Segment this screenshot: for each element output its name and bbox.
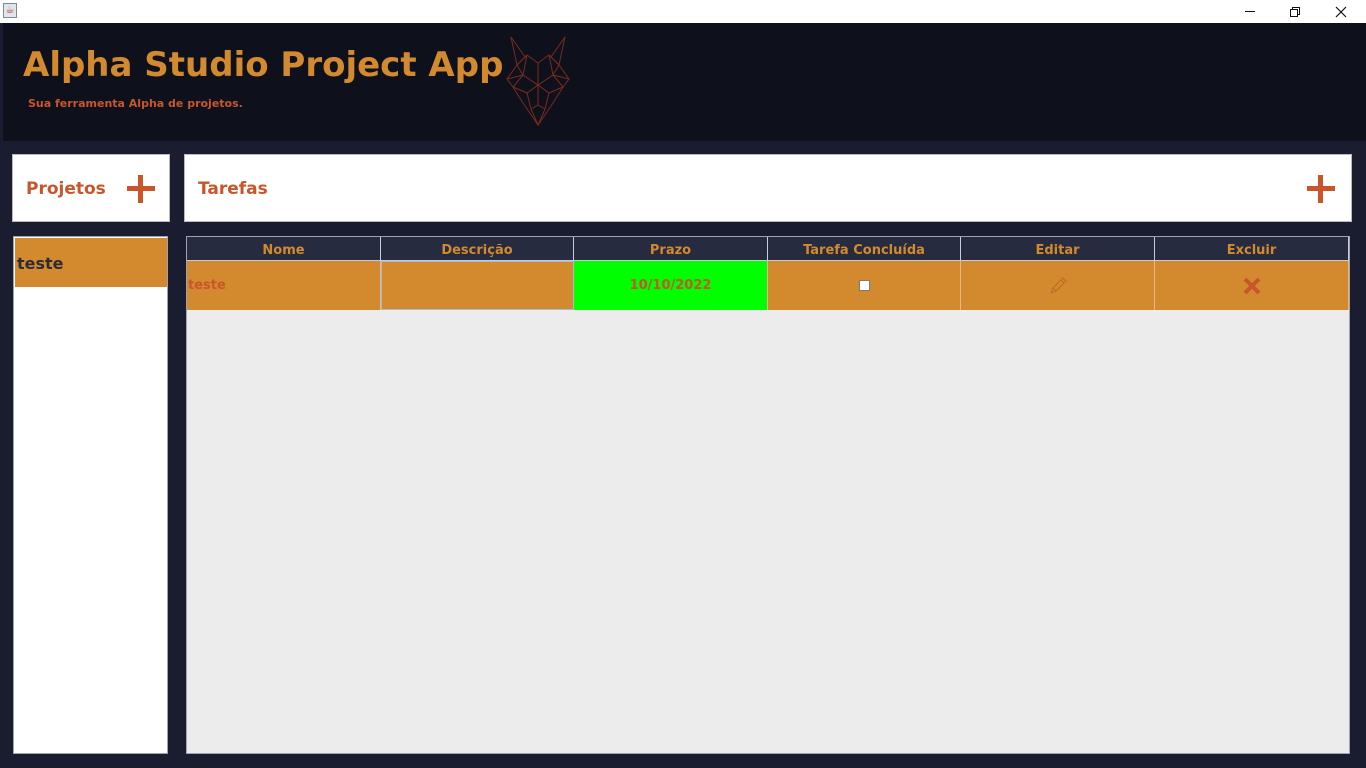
app-header: Alpha Studio Project App Sua ferramenta … (3, 23, 1366, 141)
maximize-button[interactable] (1272, 0, 1318, 23)
x-icon[interactable] (1242, 276, 1262, 296)
column-header-descricao[interactable]: Descrição (381, 237, 574, 261)
task-deadline-cell[interactable]: 10/10/2022 (574, 261, 768, 310)
column-header-editar[interactable]: Editar (961, 237, 1155, 261)
column-header-prazo[interactable]: Prazo (574, 237, 768, 261)
task-edit-cell (961, 261, 1155, 310)
tasks-header: Tarefas (184, 154, 1352, 222)
app-title: Alpha Studio Project App (23, 45, 504, 85)
project-list: teste (13, 236, 168, 754)
table-header: Nome Descrição Prazo Tarefa Concluída Ed… (187, 237, 1349, 261)
minimize-icon (1245, 11, 1255, 12)
project-list-item[interactable]: teste (15, 238, 167, 287)
projects-title: Projetos (26, 179, 106, 199)
add-project-plus-icon[interactable] (127, 175, 155, 203)
minimize-button[interactable] (1227, 0, 1273, 23)
task-description-cell[interactable] (381, 261, 574, 310)
add-task-plus-icon[interactable] (1307, 175, 1335, 203)
tasks-table: Nome Descrição Prazo Tarefa Concluída Ed… (186, 236, 1350, 754)
wolf-logo-icon (506, 36, 570, 127)
task-name-cell[interactable]: teste (187, 261, 381, 310)
tasks-title: Tarefas (198, 179, 268, 199)
close-button[interactable] (1318, 0, 1364, 23)
column-header-excluir[interactable]: Excluir (1155, 237, 1349, 261)
projects-header: Projetos (12, 154, 170, 222)
close-icon (1335, 6, 1347, 17)
app-subtitle: Sua ferramenta Alpha de projetos. (28, 97, 243, 110)
task-done-cell (768, 261, 961, 310)
table-row[interactable]: teste 10/10/2022 (187, 261, 1349, 310)
task-delete-cell (1155, 261, 1349, 310)
column-header-tarefa-concluida[interactable]: Tarefa Concluída (768, 237, 961, 261)
window-title-bar: ☕ (0, 0, 1366, 23)
task-done-checkbox[interactable] (858, 280, 870, 291)
restore-icon (1290, 6, 1300, 17)
column-header-nome[interactable]: Nome (187, 237, 381, 261)
pencil-icon[interactable] (1047, 275, 1069, 297)
java-icon[interactable]: ☕ (3, 3, 17, 18)
